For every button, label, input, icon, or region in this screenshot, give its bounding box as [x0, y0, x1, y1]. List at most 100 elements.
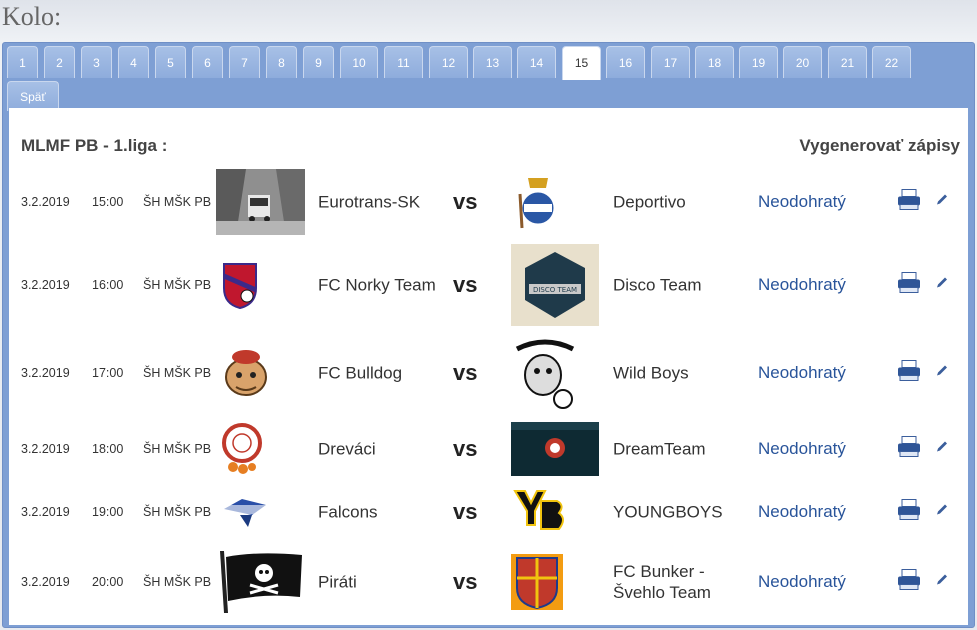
tab-13[interactable]: 13 [473, 46, 512, 78]
edit-icon[interactable] [935, 364, 949, 383]
generate-sheets-link[interactable]: Vygenerovať zápisy [799, 136, 960, 156]
yb-logo [513, 489, 567, 535]
tab-1[interactable]: 1 [7, 46, 38, 78]
edit-icon[interactable] [935, 193, 949, 212]
disco-team-badge-logo: DISCO TEAM [511, 244, 599, 326]
tab-9[interactable]: 9 [303, 46, 334, 78]
match-venue: ŠH MŠK PB [143, 442, 212, 456]
match-status-link[interactable]: Neodohratý [758, 439, 846, 459]
home-team: FC Bulldog [318, 363, 403, 383]
match-date: 3.2.2019 [21, 195, 70, 209]
truck-photo-logo [216, 169, 305, 235]
back-tab[interactable]: Späť [7, 81, 59, 111]
round-content: MLMF PB - 1.liga : Vygenerovať zápisy 3.… [9, 108, 968, 625]
falcons-logo [222, 495, 268, 529]
home-team: Falcons [318, 502, 378, 522]
league-title: MLMF PB - 1.liga : [21, 136, 168, 155]
away-team: FC Bunker - Švehlo Team [613, 562, 711, 602]
tab-4[interactable]: 4 [118, 46, 149, 78]
match-time: 15:00 [92, 195, 124, 209]
edit-icon[interactable] [935, 276, 949, 295]
match-date: 3.2.2019 [21, 366, 70, 380]
match-time: 20:00 [92, 575, 124, 589]
tab-12[interactable]: 12 [429, 46, 468, 78]
dreamteam-banner-logo [511, 422, 599, 476]
home-team: Piráti [318, 572, 357, 592]
tab-5[interactable]: 5 [155, 46, 186, 78]
home-team: Dreváci [318, 439, 376, 459]
match-row: 3.2.2019 15:00 ŠH MŠK PB Eurotrans-SK vs [9, 167, 968, 237]
tab-10[interactable]: 10 [340, 46, 378, 78]
match-row: 3.2.2019 16:00 ŠH MŠK PB FC Norky Team v… [9, 240, 968, 330]
match-date: 3.2.2019 [21, 442, 70, 456]
tab-17[interactable]: 17 [651, 46, 690, 78]
bulldog-mascot-logo [218, 345, 274, 401]
tab-3[interactable]: 3 [81, 46, 112, 78]
print-icon[interactable] [897, 436, 921, 463]
match-date: 3.2.2019 [21, 278, 70, 292]
tab-20[interactable]: 20 [783, 46, 822, 78]
print-icon[interactable] [897, 189, 921, 216]
tab-11[interactable]: 11 [384, 46, 423, 78]
vs-label: vs [453, 360, 478, 385]
away-team: YOUNGBOYS [613, 502, 723, 522]
bunker-shield-logo [511, 554, 563, 610]
match-date: 3.2.2019 [21, 505, 70, 519]
tab-22[interactable]: 22 [872, 46, 911, 78]
vs-label: vs [453, 569, 478, 594]
match-time: 17:00 [92, 366, 124, 380]
match-row: 3.2.2019 20:00 ŠH MŠK PB Piráti vs FC Bu… [9, 542, 968, 622]
svg-text:DISCO TEAM: DISCO TEAM [533, 286, 577, 294]
match-status-link[interactable]: Neodohratý [758, 275, 846, 295]
print-icon[interactable] [897, 569, 921, 596]
wildboys-logo [511, 335, 579, 411]
tab-18[interactable]: 18 [695, 46, 734, 78]
vs-label: vs [453, 499, 478, 524]
match-venue: ŠH MŠK PB [143, 278, 212, 292]
away-team: DreamTeam [613, 439, 706, 459]
match-status-link[interactable]: Neodohratý [758, 502, 846, 522]
match-venue: ŠH MŠK PB [143, 575, 212, 589]
match-date: 3.2.2019 [21, 575, 70, 589]
print-icon[interactable] [897, 272, 921, 299]
away-team: Disco Team [613, 275, 702, 295]
edit-icon[interactable] [935, 440, 949, 459]
edit-icon[interactable] [935, 503, 949, 522]
edit-icon[interactable] [935, 573, 949, 592]
tab-16[interactable]: 16 [606, 46, 645, 78]
away-team: Deportivo [613, 192, 686, 212]
match-status-link[interactable]: Neodohratý [758, 572, 846, 592]
home-team: FC Norky Team [318, 275, 436, 295]
match-time: 16:00 [92, 278, 124, 292]
tab-15[interactable]: 15 [562, 46, 601, 80]
print-icon[interactable] [897, 499, 921, 526]
tab-6[interactable]: 6 [192, 46, 223, 78]
home-team: Eurotrans-SK [318, 192, 421, 212]
vs-label: vs [453, 189, 478, 214]
pirate-flag-logo [216, 549, 305, 615]
round-panel: 1 2 3 4 5 6 7 8 9 10 11 12 13 14 15 16 1… [2, 42, 975, 628]
round-crest-logo [219, 421, 265, 477]
tab-14[interactable]: 14 [517, 46, 556, 78]
match-time: 18:00 [92, 442, 124, 456]
tab-7[interactable]: 7 [229, 46, 260, 78]
match-venue: ŠH MŠK PB [143, 195, 212, 209]
match-venue: ŠH MŠK PB [143, 505, 212, 519]
tab-19[interactable]: 19 [739, 46, 778, 78]
match-status-link[interactable]: Neodohratý [758, 192, 846, 212]
tab-8[interactable]: 8 [266, 46, 297, 78]
match-time: 19:00 [92, 505, 124, 519]
tab-21[interactable]: 21 [828, 46, 867, 78]
red-shield-crest-logo [220, 260, 260, 310]
match-row: 3.2.2019 18:00 ŠH MŠK PB Dreváci vs Drea… [9, 417, 968, 481]
vs-label: vs [453, 272, 478, 297]
vs-label: vs [453, 436, 478, 461]
page-heading: Kolo: [2, 2, 62, 31]
match-status-link[interactable]: Neodohratý [758, 363, 846, 383]
tab-2[interactable]: 2 [44, 46, 75, 78]
print-icon[interactable] [897, 360, 921, 387]
away-team: Wild Boys [613, 363, 689, 383]
match-row: 3.2.2019 19:00 ŠH MŠK PB Falcons vs YOUN… [9, 484, 968, 540]
match-venue: ŠH MŠK PB [143, 366, 212, 380]
crown-crest-logo [514, 174, 562, 230]
